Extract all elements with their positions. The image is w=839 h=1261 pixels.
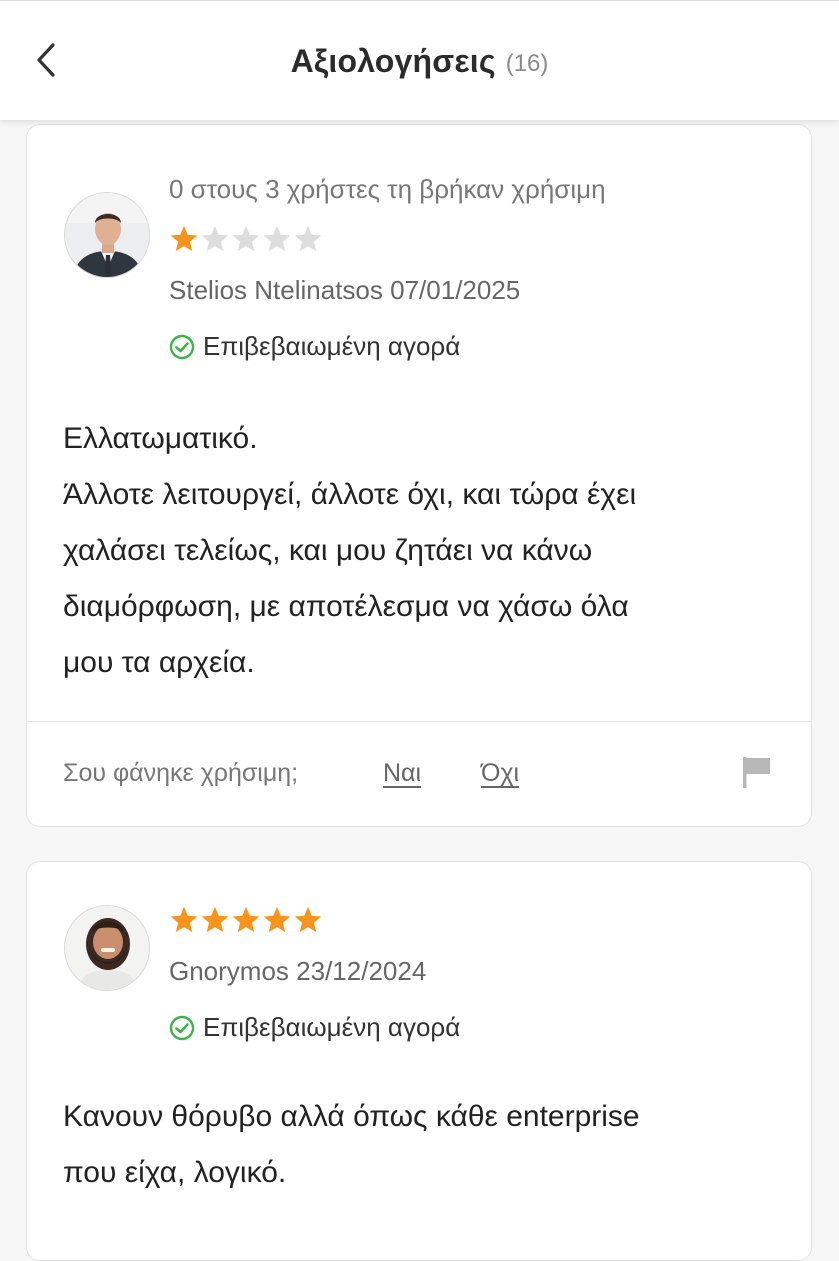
- page-title-group: Αξιολογήσεις (16): [0, 37, 839, 85]
- check-circle-icon: [169, 334, 195, 359]
- star-empty-icon: [294, 225, 322, 252]
- rating-stars: [169, 224, 323, 254]
- top-app-bar: Αξιολογήσεις (16): [0, 0, 839, 120]
- avatar: [64, 192, 150, 278]
- review-card: Gnorymos 23/12/2024 Επιβεβαιωμένη αγορά …: [26, 861, 812, 1261]
- author-name: Stelios Ntelinatsos: [169, 275, 383, 305]
- check-circle-icon: [169, 1015, 195, 1040]
- verified-purchase: Επιβεβαιωμένη αγορά: [169, 1012, 460, 1043]
- star-filled-icon: [294, 906, 322, 933]
- review-body: Κανουν θόρυβο αλλά όπως κάθε enterprise …: [63, 1089, 783, 1201]
- author-name: Gnorymos: [169, 956, 289, 986]
- review-line: μου τα αρχεία.: [63, 646, 255, 679]
- review-line: Ελλατωματικό.: [63, 422, 258, 455]
- review-line: χαλάσει τελείως, και μου ζητάει να κάνω: [63, 534, 593, 567]
- review-count: (16): [505, 50, 549, 77]
- review-body: Ελλατωματικό. Άλλοτε λειτουργεί, άλλοτε …: [63, 411, 783, 691]
- star-filled-icon: [170, 906, 198, 933]
- review-line: Άλλοτε λειτουργεί, άλλοτε όχι, και τώρα …: [63, 478, 637, 511]
- flag-icon[interactable]: [741, 755, 773, 789]
- review-line: διαμόρφωση, με αποτέλεσμα να χάσω όλα: [63, 590, 629, 623]
- review-date: 07/01/2025: [390, 275, 521, 305]
- verified-purchase: Επιβεβαιωμένη αγορά: [169, 331, 460, 362]
- helpful-yes-link[interactable]: Ναι: [383, 759, 421, 788]
- star-filled-icon: [232, 906, 260, 933]
- star-empty-icon: [263, 225, 291, 252]
- review-line: που είχα, λογικό.: [63, 1156, 287, 1189]
- author-date: Gnorymos 23/12/2024: [169, 956, 426, 987]
- star-empty-icon: [201, 225, 229, 252]
- helpful-summary: 0 στους 3 χρήστες τη βρήκαν χρήσιμη: [169, 174, 606, 204]
- page-title: Αξιολογήσεις: [290, 42, 496, 79]
- review-card: 0 στους 3 χρήστες τη βρήκαν χρήσιμη Stel…: [26, 124, 812, 827]
- star-filled-icon: [170, 225, 198, 252]
- review-line: Κανουν θόρυβο αλλά όπως κάθε enterprise: [63, 1100, 640, 1133]
- divider: [27, 721, 811, 722]
- star-empty-icon: [232, 225, 260, 252]
- star-filled-icon: [263, 906, 291, 933]
- verified-label: Επιβεβαιωμένη αγορά: [203, 1012, 461, 1042]
- helpful-no-link[interactable]: Όχι: [481, 759, 519, 788]
- verified-label: Επιβεβαιωμένη αγορά: [203, 331, 461, 361]
- star-filled-icon: [201, 906, 229, 933]
- avatar: [64, 905, 150, 991]
- author-date: Stelios Ntelinatsos 07/01/2025: [169, 275, 520, 306]
- helpful-question: Σου φάνηκε χρήσιμη;: [63, 759, 299, 787]
- review-date: 23/12/2024: [296, 956, 427, 986]
- rating-stars: [169, 905, 323, 935]
